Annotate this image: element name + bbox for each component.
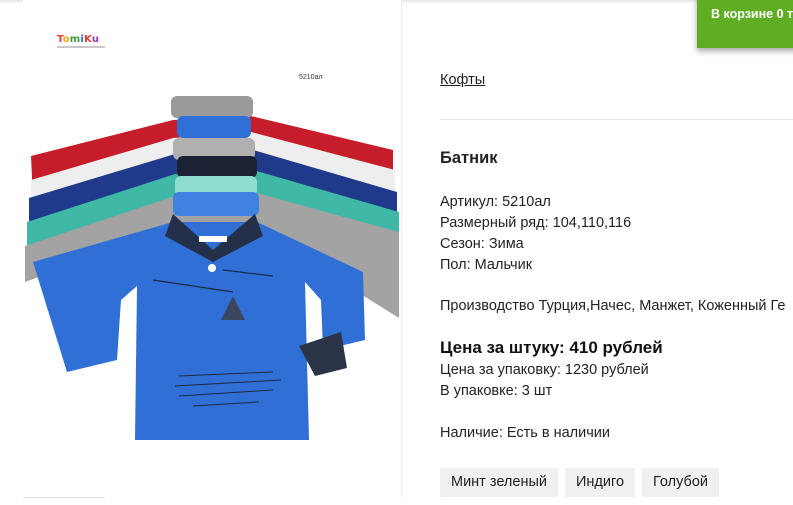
image-article-code: 5210ал: [299, 74, 323, 81]
collar-black: [177, 156, 257, 178]
variant-mint-button[interactable]: Минт зеленый: [440, 468, 558, 497]
variant-lightblue-button[interactable]: Голубой: [642, 468, 719, 497]
price-pack: Цена за упаковку: 1230 рублей: [440, 362, 649, 378]
variant-indigo-button[interactable]: Индиго: [564, 468, 636, 497]
spec-article: Артикул: 5210ал: [440, 194, 551, 210]
collar-lightblue: [173, 192, 259, 216]
product-info: Кофты Батник Артикул: 5210ал Размерный р…: [440, 0, 793, 505]
collar-blue: [177, 116, 251, 138]
collar-gray: [171, 96, 253, 118]
product-title: Батник: [440, 149, 498, 167]
spec-season: Сезон: Зима: [440, 236, 524, 252]
product-image[interactable]: TomiKu 5210ал: [23, 0, 402, 497]
brand-logo: TomiKu: [57, 34, 100, 45]
brand-tagline: [57, 46, 105, 48]
divider: [440, 119, 793, 120]
thumbnail-strip: [23, 497, 105, 498]
product-description: Производство Турция,Начес, Манжет, Кожен…: [440, 298, 786, 314]
spec-gender: Пол: Мальчик: [440, 257, 533, 273]
spec-sizes: Размерный ряд: 104,110,116: [440, 215, 632, 231]
shirt-front: [33, 222, 365, 440]
shirt-button: [208, 264, 216, 272]
availability: Наличие: Есть в наличии: [440, 425, 610, 441]
category-link[interactable]: Кофты: [440, 72, 485, 88]
pack-quantity: В упаковке: 3 шт: [440, 383, 553, 399]
color-variants: Минт зеленый Индиго Голубой: [440, 468, 719, 497]
collar-tag: [199, 236, 227, 242]
product-photo: [25, 96, 399, 440]
price-unit: Цена за штуку: 410 рублей: [440, 338, 663, 357]
